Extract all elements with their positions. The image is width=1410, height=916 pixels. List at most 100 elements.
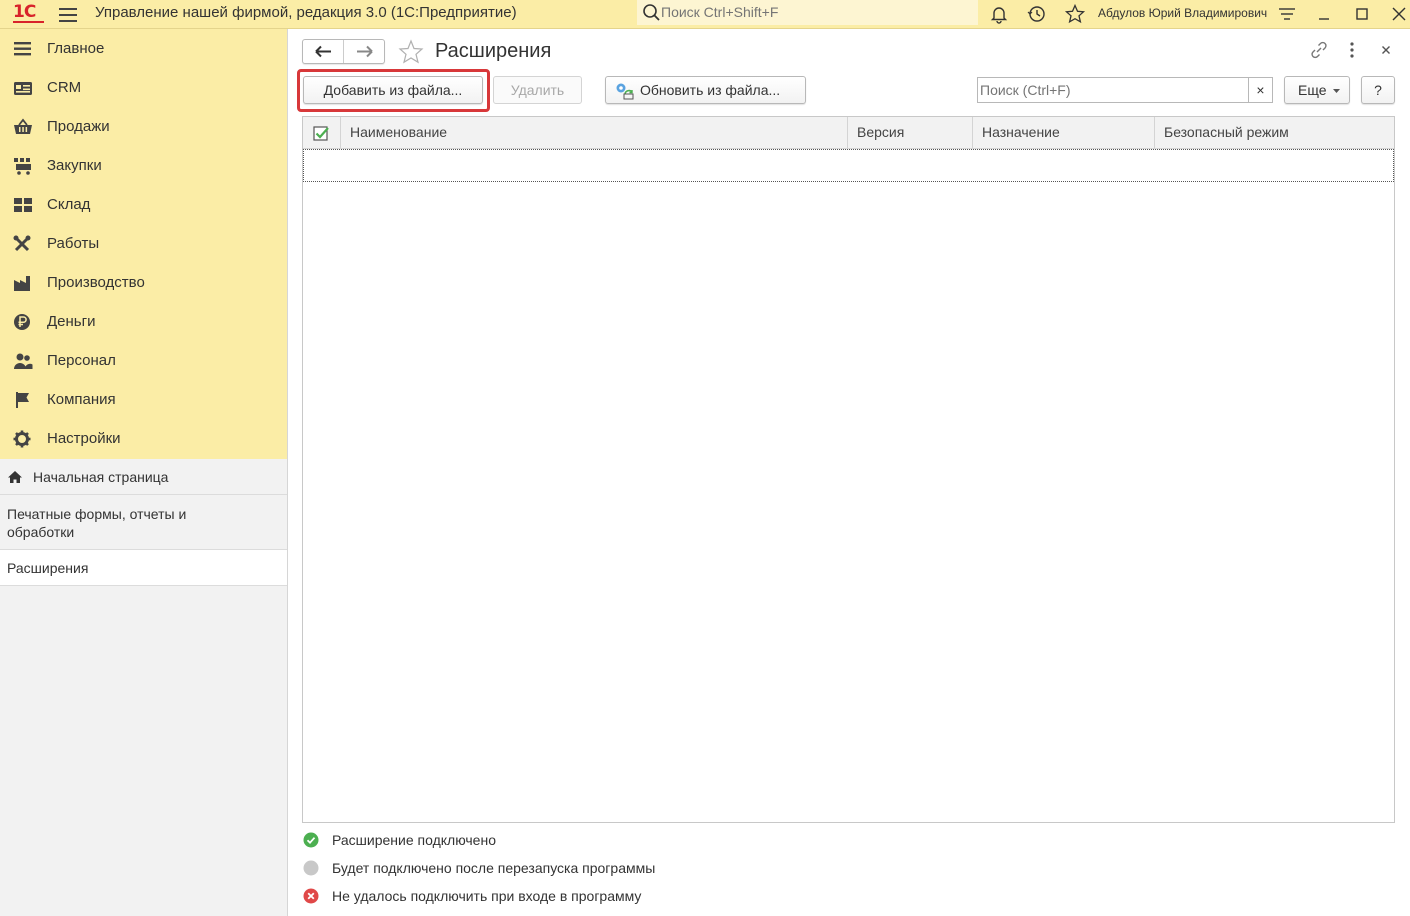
section-warehouse[interactable]: Склад (0, 185, 287, 224)
main-menu-icon[interactable] (59, 4, 77, 22)
legend-item-connected: Расширение подключено (302, 829, 802, 851)
error-circle-icon (303, 888, 319, 904)
table-header: Наименование Версия Назначение Безопасны… (303, 117, 1394, 149)
legend-text: Не удалось подключить при входе в програ… (332, 888, 642, 904)
sections-panel: Главное CRM Продажи Закупки Склад Работы… (0, 29, 287, 459)
column-purpose[interactable]: Назначение (973, 117, 1155, 149)
favorites-star-icon[interactable] (1064, 3, 1086, 25)
history-nav (302, 39, 385, 64)
update-from-file-label: Обновить из файла... (640, 82, 781, 98)
legend-item-failed: Не удалось подключить при входе в програ… (302, 885, 802, 907)
factory-icon (14, 276, 30, 291)
settings-lines-icon[interactable] (1276, 3, 1298, 25)
minimize-icon[interactable] (1313, 3, 1335, 25)
home-icon (8, 471, 22, 483)
back-button[interactable] (303, 40, 344, 63)
column-name[interactable]: Наименование (341, 117, 848, 149)
open-windows-panel: Начальная страница Печатные формы, отчет… (0, 459, 287, 586)
ruble-coin-icon (14, 314, 30, 330)
section-label: Работы (47, 235, 100, 252)
more-label: Еще (1298, 82, 1327, 98)
checkbox-icon (313, 126, 329, 141)
global-search-input[interactable] (661, 2, 971, 22)
cart-icon (14, 158, 31, 175)
section-main[interactable]: Главное (0, 29, 287, 68)
add-from-file-button[interactable]: Добавить из файла... (303, 76, 483, 104)
section-company[interactable]: Компания (0, 380, 287, 419)
app-logo: 1С (13, 2, 36, 22)
table-search[interactable] (977, 77, 1249, 103)
nav-print-forms[interactable]: Печатные формы, отчеты и обработки (0, 495, 287, 550)
section-purchases[interactable]: Закупки (0, 146, 287, 185)
form-title: Расширения (435, 40, 552, 62)
extensions-table[interactable]: Наименование Версия Назначение Безопасны… (302, 116, 1395, 823)
check-circle-icon (303, 832, 319, 848)
title-bar: 1С Управление нашей фирмой, редакция 3.0… (0, 0, 1410, 29)
chevron-down-icon (1333, 89, 1340, 93)
global-search[interactable] (637, 0, 978, 25)
app-title: Управление нашей фирмой, редакция 3.0 (1… (95, 4, 517, 21)
crm-card-icon (14, 82, 32, 95)
section-personnel[interactable]: Персонал (0, 341, 287, 380)
section-settings[interactable]: Настройки (0, 419, 287, 458)
nav-extensions-label: Расширения (7, 560, 89, 576)
section-production[interactable]: Производство (0, 263, 287, 302)
link-icon[interactable] (1308, 39, 1330, 61)
section-crm[interactable]: CRM (0, 68, 287, 107)
delete-button[interactable]: Удалить (493, 76, 582, 104)
update-icon (616, 83, 634, 100)
gear-icon (13, 430, 31, 448)
nav-home-label: Начальная страница (33, 469, 169, 485)
nav-extensions[interactable]: Расширения (0, 550, 287, 586)
favorite-star-icon[interactable] (398, 39, 424, 65)
shopping-basket-icon (14, 118, 32, 134)
logo-underline (13, 21, 44, 23)
flag-icon (16, 392, 29, 408)
section-label: Деньги (47, 313, 96, 330)
column-safe-mode[interactable]: Безопасный режим (1155, 117, 1394, 149)
section-label: Настройки (47, 430, 121, 447)
nav-print-label: Печатные формы, отчеты и обработки (7, 506, 187, 540)
sidebar: Главное CRM Продажи Закупки Склад Работы… (0, 29, 288, 916)
table-row-current[interactable] (303, 149, 1394, 182)
section-label: Склад (47, 196, 91, 213)
section-label: Персонал (47, 352, 116, 369)
legend-text: Будет подключено после перезапуска прогр… (332, 860, 656, 876)
close-icon[interactable] (1388, 3, 1410, 25)
search-icon (643, 4, 660, 21)
forward-button[interactable] (344, 40, 385, 63)
section-label: Компания (47, 391, 116, 408)
people-icon (14, 353, 33, 369)
section-works[interactable]: Работы (0, 224, 287, 263)
warehouse-grid-icon (14, 198, 32, 212)
gray-circle-icon (303, 860, 319, 876)
section-money[interactable]: Деньги (0, 302, 287, 341)
update-from-file-button[interactable]: Обновить из файла... (605, 76, 806, 104)
user-name[interactable]: Абдулов Юрий Владимирович (1098, 6, 1267, 20)
tools-icon (13, 235, 31, 252)
more-button[interactable]: Еще (1284, 76, 1350, 104)
menu-lines-icon (14, 42, 31, 56)
section-label: Продажи (47, 118, 110, 135)
column-check[interactable] (303, 117, 341, 149)
nav-home-page[interactable]: Начальная страница (0, 459, 287, 495)
more-vertical-icon[interactable] (1341, 39, 1363, 61)
arrow-right-icon (357, 45, 373, 58)
arrow-left-icon (315, 45, 331, 58)
help-button[interactable]: ? (1361, 76, 1395, 104)
maximize-icon[interactable] (1351, 3, 1373, 25)
section-label: CRM (47, 79, 82, 96)
form-area: Расширения Добавить из файла... Удалить … (289, 29, 1410, 916)
section-label: Главное (47, 40, 105, 57)
bell-icon[interactable] (988, 3, 1010, 25)
section-label: Закупки (47, 157, 102, 174)
column-version[interactable]: Версия (848, 117, 973, 149)
legend-item-after-restart: Будет подключено после перезапуска прогр… (302, 857, 802, 879)
clear-search-button[interactable]: × (1249, 77, 1273, 103)
section-label: Производство (47, 274, 145, 291)
section-sales[interactable]: Продажи (0, 107, 287, 146)
legend-text: Расширение подключено (332, 832, 496, 848)
table-search-input[interactable] (980, 81, 1240, 99)
form-close-icon[interactable] (1375, 39, 1397, 61)
history-icon[interactable] (1026, 3, 1048, 25)
